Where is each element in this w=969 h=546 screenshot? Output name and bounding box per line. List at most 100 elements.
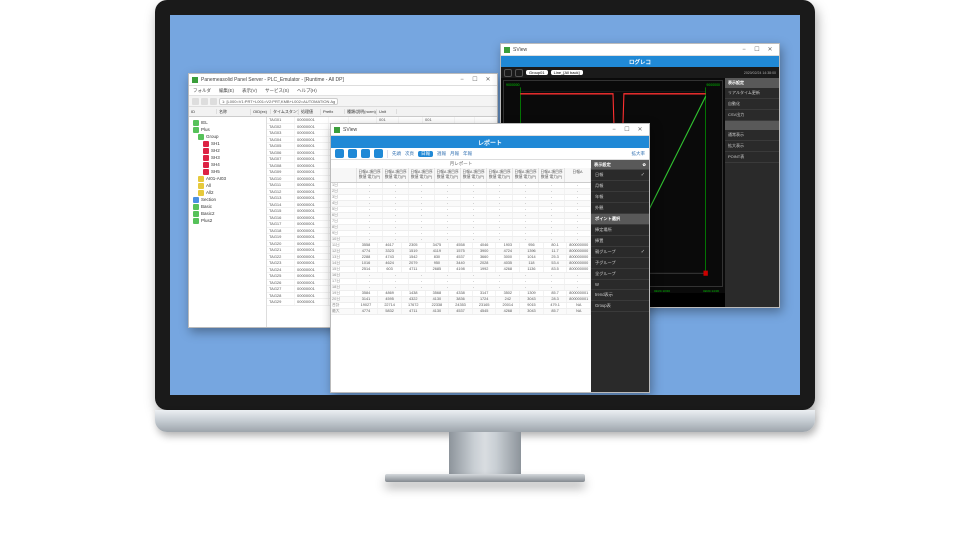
menu-item[interactable]: 挿置	[591, 236, 649, 247]
tree-item[interactable]: All	[191, 182, 264, 189]
col-header[interactable]: 日報A 項目序数値 電力(P)	[383, 168, 409, 182]
maximize-button[interactable]: ☐	[469, 75, 481, 85]
minimize-button[interactable]: −	[608, 125, 620, 135]
menu-item[interactable]: リアルタイム更新	[725, 88, 779, 99]
tree-item[interactable]: SH4	[191, 161, 264, 168]
tab-year[interactable]: 年報	[463, 151, 472, 157]
menu-item[interactable]: 日報✓	[591, 170, 649, 181]
report-sheet[interactable]: 月レポート 日報A 項目序数値 電力(P)日報A 項目序数値 電力(P)日報A …	[331, 160, 591, 392]
titlebar[interactable]: SView − ☐ ✕	[331, 124, 649, 136]
col-header[interactable]: タイムスタンプ	[271, 109, 299, 115]
close-button[interactable]: ✕	[764, 45, 776, 55]
cell: -	[461, 183, 487, 188]
menu-item[interactable]: 表示(V)	[242, 88, 257, 94]
menu-item[interactable]: 全グループ	[591, 269, 649, 280]
tool-icon[interactable]	[192, 98, 199, 105]
cell: 3141	[355, 297, 379, 302]
table-row[interactable]: 最大4774583247114130453745454268304385.7NA	[331, 309, 591, 315]
menu-item[interactable]: 月報	[591, 181, 649, 192]
tree-item[interactable]: SH3	[191, 154, 264, 161]
tree-item[interactable]: Plus	[191, 126, 264, 133]
tree-item[interactable]: Plus2	[191, 217, 264, 224]
menu-item[interactable]: 子グループ	[591, 258, 649, 269]
tree-item[interactable]: SH1	[191, 140, 264, 147]
tree-item[interactable]: AI01-AI03	[191, 175, 264, 182]
tree-item[interactable]: SH5	[191, 168, 264, 175]
address-field[interactable]: 1: [L000=V1:PRT+L001=V2:PRT,KMB+L002=AUT…	[219, 98, 338, 105]
node-label: Plus	[201, 127, 210, 132]
col-header[interactable]: 処理値	[299, 109, 321, 115]
tree-item[interactable]: SH2	[191, 147, 264, 154]
col-header[interactable]: 日報A 項目序数値 電力(P)	[487, 168, 513, 182]
tree-item[interactable]: All2	[191, 189, 264, 196]
minimize-button[interactable]: −	[738, 45, 750, 55]
menu-item[interactable]: 年報	[591, 192, 649, 203]
col-header[interactable]: 日報A	[565, 168, 591, 182]
group-select[interactable]: Group01	[526, 70, 548, 75]
tree-item[interactable]: Section	[191, 196, 264, 203]
cell: 3043	[520, 297, 544, 302]
tab-day[interactable]: 日報	[418, 151, 433, 157]
col-header[interactable]: 種類/説明(norm)	[345, 109, 377, 115]
col-header[interactable]: Unit	[377, 109, 397, 114]
menu-item[interactable]: 親グループ✓	[591, 247, 649, 258]
report-window[interactable]: SView − ☐ ✕ レポート 先頭 次頁 日報	[330, 123, 650, 393]
cell: -	[357, 201, 383, 206]
zoom-label[interactable]: 拡大率	[632, 151, 646, 157]
tree-item[interactable]: Basic	[191, 203, 264, 210]
col-header[interactable]: ID	[189, 109, 217, 114]
menu-item[interactable]: 通常表示	[725, 130, 779, 141]
menu-item[interactable]: CSV出力	[725, 110, 779, 121]
tab-week[interactable]: 週報	[437, 151, 446, 157]
col-header[interactable]: 日報A 項目序数値 電力(P)	[539, 168, 565, 182]
menu-item[interactable]: 外観	[591, 203, 649, 214]
col-header[interactable]: 日報A 項目序数値 電力(P)	[513, 168, 539, 182]
col-header[interactable]: OID(ex)	[251, 109, 271, 114]
tree-item[interactable]: Group	[191, 133, 264, 140]
col-header[interactable]: 日報A 項目序数値 電力(P)	[409, 168, 435, 182]
menu-item[interactable]: サービス(S)	[265, 88, 289, 94]
titlebar[interactable]: Panemeasolid Panel Server - PLC_Emulator…	[189, 74, 497, 86]
col-header[interactable]: 日報A 項目序数値 電力(P)	[357, 168, 383, 182]
close-button[interactable]: ✕	[482, 75, 494, 85]
menu-item[interactable]: trend表示	[591, 290, 649, 301]
device-tree[interactable]: IELPlusGroupSH1SH2SH3SH4SH5AI01-AI03AllA…	[189, 117, 267, 327]
nav-prev-button[interactable]	[348, 149, 357, 158]
menu-item[interactable]: ヘルプ(H)	[297, 88, 317, 94]
cell: -	[435, 219, 461, 224]
menu-item[interactable]: 編集(E)	[219, 88, 234, 94]
minimize-button[interactable]: −	[456, 75, 468, 85]
nav-first-button[interactable]	[335, 149, 344, 158]
col-header[interactable]: Prefix	[321, 109, 345, 114]
menu-item[interactable]: Group表	[591, 301, 649, 312]
col-header[interactable]: 日報A 項目序数値 電力(P)	[461, 168, 487, 182]
tool-icon[interactable]	[210, 98, 217, 105]
col-header[interactable]	[331, 168, 357, 182]
menu-item[interactable]: W	[591, 280, 649, 290]
node-icon	[193, 127, 199, 133]
prev-label[interactable]: 先頭	[392, 151, 401, 157]
nav-prev-button[interactable]	[515, 69, 523, 77]
next-label[interactable]: 次頁	[405, 151, 414, 157]
col-header[interactable]: 名称	[217, 109, 251, 115]
tree-item[interactable]: IEL	[191, 119, 264, 126]
menu-item[interactable]: 自動化	[725, 99, 779, 110]
col-header[interactable]: 日報A 項目序数値 電力(P)	[435, 168, 461, 182]
menu-item[interactable]: 挿定場所	[591, 225, 649, 236]
menu-item[interactable]: フォルダ	[193, 88, 211, 94]
tree-item[interactable]: Basic2	[191, 210, 264, 217]
maximize-button[interactable]: ☐	[751, 45, 763, 55]
menu-item[interactable]: 拡大表示	[725, 141, 779, 152]
cell: -	[383, 195, 409, 200]
close-button[interactable]: ✕	[634, 125, 646, 135]
tab-month[interactable]: 月報	[450, 151, 459, 157]
series-select[interactable]: Line_[All back]	[551, 70, 583, 75]
nav-first-button[interactable]	[504, 69, 512, 77]
tool-icon[interactable]	[201, 98, 208, 105]
gear-icon[interactable]: ✿	[642, 162, 646, 167]
nav-last-button[interactable]	[374, 149, 383, 158]
maximize-button[interactable]: ☐	[621, 125, 633, 135]
nav-next-button[interactable]	[361, 149, 370, 158]
menu-item[interactable]: POINT表	[725, 152, 779, 163]
titlebar[interactable]: SView − ☐ ✕	[501, 44, 779, 56]
